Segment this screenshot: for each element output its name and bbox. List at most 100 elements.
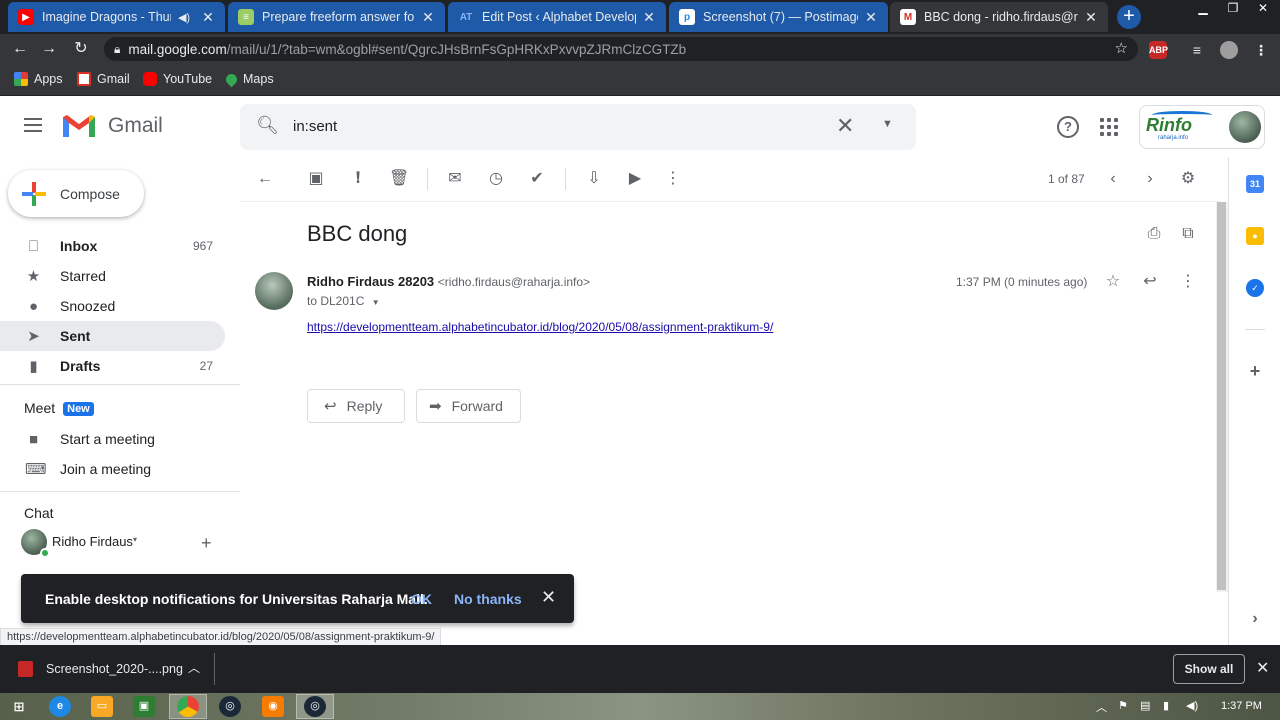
store-icon[interactable]: ▣ xyxy=(133,696,155,717)
tab-gmail-active[interactable]: M BBC dong - ridho.firdaus@raharj ✕ xyxy=(890,2,1108,32)
tray-expand-icon[interactable]: ︿ xyxy=(1096,699,1107,715)
tray-network-icon[interactable]: ▤ xyxy=(1140,699,1150,712)
meet-start[interactable]: ■ Start a meeting xyxy=(0,424,225,454)
start-button-icon[interactable]: ⊞ xyxy=(8,696,30,717)
forward-icon[interactable]: → xyxy=(38,38,60,60)
toast-ok-button[interactable]: OK xyxy=(411,591,432,607)
new-chat-plus-icon[interactable]: + xyxy=(201,533,212,554)
snooze-icon[interactable]: ◷ xyxy=(486,169,506,189)
tray-flag-icon[interactable]: ⚑ xyxy=(1118,699,1128,712)
nav-drafts[interactable]: ▮ Drafts 27 xyxy=(0,351,225,381)
add-to-tasks-icon[interactable]: ✔ xyxy=(527,169,547,189)
close-tab-icon[interactable]: ✕ xyxy=(1084,9,1098,26)
close-tab-icon[interactable]: ✕ xyxy=(201,9,215,26)
tasks-icon[interactable]: ✓ xyxy=(1246,279,1264,297)
search-bar[interactable]: 🔍︎ in:sent ✕ ▼ xyxy=(240,104,916,150)
search-options-icon[interactable]: ▼ xyxy=(882,118,893,130)
profile-avatar-icon[interactable] xyxy=(1220,41,1238,59)
message-more-icon[interactable]: ⋮ xyxy=(1178,272,1198,292)
expand-panel-icon[interactable]: › xyxy=(1246,610,1264,628)
close-window-icon[interactable]: ✕ xyxy=(1248,0,1278,18)
steam-icon[interactable]: ◎ xyxy=(219,696,241,717)
tab-postimage[interactable]: p Screenshot (7) — Postimage.org ✕ xyxy=(669,2,888,32)
bookmark-gmail[interactable]: Gmail xyxy=(77,72,130,86)
minimize-icon[interactable]: ▁ xyxy=(1188,0,1218,18)
get-addons-plus-icon[interactable]: + xyxy=(1246,362,1264,380)
tray-volume-icon[interactable]: ◀) xyxy=(1186,699,1198,712)
nav-sent[interactable]: ➤ Sent xyxy=(0,321,225,351)
tab-edit-post[interactable]: AT Edit Post ‹ Alphabet Developmen ✕ xyxy=(448,2,666,32)
gmail-logo-icon[interactable] xyxy=(61,113,97,139)
back-to-sent-icon[interactable]: ← xyxy=(255,169,275,189)
open-new-window-icon[interactable]: ⧉ xyxy=(1178,224,1198,244)
calendar-icon[interactable]: 31 xyxy=(1246,175,1264,193)
back-icon[interactable]: ← xyxy=(9,38,31,60)
bookmark-apps[interactable]: Apps xyxy=(14,72,63,86)
close-tab-icon[interactable]: ✕ xyxy=(864,9,878,26)
taskbar-clock[interactable]: 1:37 PM xyxy=(1221,700,1262,712)
restore-icon[interactable]: ❐ xyxy=(1218,0,1248,18)
speaker-icon[interactable]: ◀) xyxy=(177,11,191,24)
steam-client-icon[interactable]: ◎ xyxy=(304,696,326,717)
sender-avatar[interactable] xyxy=(255,272,293,310)
reply-button[interactable]: ↩ Reply xyxy=(307,389,405,423)
bookmark-star-icon[interactable]: ☆ xyxy=(1115,39,1128,57)
archive-icon[interactable]: ▣ xyxy=(306,169,326,189)
more-options-icon[interactable]: ⋮ xyxy=(663,169,683,189)
chat-user[interactable]: Ridho Firdaus ▾ xyxy=(21,529,221,558)
bookmark-maps[interactable]: Maps xyxy=(223,71,274,87)
close-tab-icon[interactable]: ✕ xyxy=(421,9,435,26)
scrollbar-thumb[interactable] xyxy=(1217,202,1226,590)
internet-explorer-icon[interactable]: e xyxy=(49,696,71,717)
main-menu-icon[interactable] xyxy=(24,118,42,132)
print-icon[interactable]: ⎙ xyxy=(1144,224,1164,244)
close-downloads-icon[interactable]: ✕ xyxy=(1256,658,1269,678)
nav-starred[interactable]: ★ Starred xyxy=(0,261,225,291)
clear-search-icon[interactable]: ✕ xyxy=(836,113,854,139)
menu-kebab-icon[interactable]: ⋮ xyxy=(1252,41,1270,59)
move-to-icon[interactable]: ⇩ xyxy=(584,169,604,189)
label-icon[interactable]: ▶ xyxy=(625,169,645,189)
nav-snoozed[interactable]: ● Snoozed xyxy=(0,291,225,321)
weibo-icon[interactable]: ◉ xyxy=(262,696,284,717)
google-apps-icon[interactable] xyxy=(1100,118,1118,136)
toast-no-thanks-button[interactable]: No thanks xyxy=(454,591,522,607)
account-switcher[interactable]: Rinfo raharja.info xyxy=(1139,105,1265,149)
recipients-line[interactable]: to DL201C ▼ xyxy=(307,294,380,308)
compose-button[interactable]: Compose xyxy=(8,170,144,217)
recipients-details-caret-icon[interactable]: ▼ xyxy=(372,298,380,307)
address-bar[interactable]: 🔒︎ mail.google.com/mail/u/1/?tab=wm&ogbl… xyxy=(104,37,1138,61)
bookmark-youtube[interactable]: YouTube xyxy=(143,72,212,86)
settings-gear-icon[interactable]: ⚙ xyxy=(1178,169,1198,189)
keep-icon[interactable]: ● xyxy=(1246,227,1264,245)
report-spam-icon[interactable]: ❗︎ xyxy=(348,169,368,189)
email-body-link[interactable]: https://developmentteam.alphabetincubato… xyxy=(307,320,773,334)
forward-button[interactable]: ➡ Forward xyxy=(416,389,521,423)
search-icon[interactable]: 🔍︎ xyxy=(256,115,279,136)
close-tab-icon[interactable]: ✕ xyxy=(642,9,656,26)
tab-prepare[interactable]: ≡ Prepare freeform answer for Ass ✕ xyxy=(228,2,445,32)
older-icon[interactable]: › xyxy=(1140,169,1160,189)
tab-youtube[interactable]: ▶ Imagine Dragons - Thunder ◀) ✕ xyxy=(8,2,225,32)
mark-unread-icon[interactable]: ✉ xyxy=(445,169,465,189)
adblock-extension-icon[interactable]: ABP xyxy=(1149,41,1168,59)
help-icon[interactable]: ? xyxy=(1057,116,1079,138)
toast-close-icon[interactable]: ✕ xyxy=(541,587,556,608)
download-filename[interactable]: Screenshot_2020-....png xyxy=(46,662,183,676)
file-explorer-icon[interactable]: ▭ xyxy=(91,696,113,717)
tray-battery-icon[interactable]: ▮ xyxy=(1163,699,1169,712)
star-email-icon[interactable]: ☆ xyxy=(1103,272,1123,292)
sender-name[interactable]: Ridho Firdaus 28203 xyxy=(307,274,434,289)
show-all-button[interactable]: Show all xyxy=(1173,654,1245,684)
download-options-caret-icon[interactable]: ︿ xyxy=(188,659,200,676)
chrome-icon[interactable] xyxy=(177,696,199,717)
reload-icon[interactable]: ↻ xyxy=(70,38,92,60)
nav-inbox[interactable]: ⎕ Inbox 967 xyxy=(0,231,225,261)
newer-icon[interactable]: ‹ xyxy=(1103,169,1123,189)
reply-icon[interactable]: ↩ xyxy=(1140,272,1160,292)
meet-join[interactable]: ⌨ Join a meeting xyxy=(0,454,225,484)
account-avatar[interactable] xyxy=(1229,111,1261,143)
new-tab-button[interactable]: + xyxy=(1117,5,1141,29)
media-control-icon[interactable]: ≡ xyxy=(1188,41,1206,59)
chat-status-caret-icon[interactable]: ▾ xyxy=(133,535,137,544)
